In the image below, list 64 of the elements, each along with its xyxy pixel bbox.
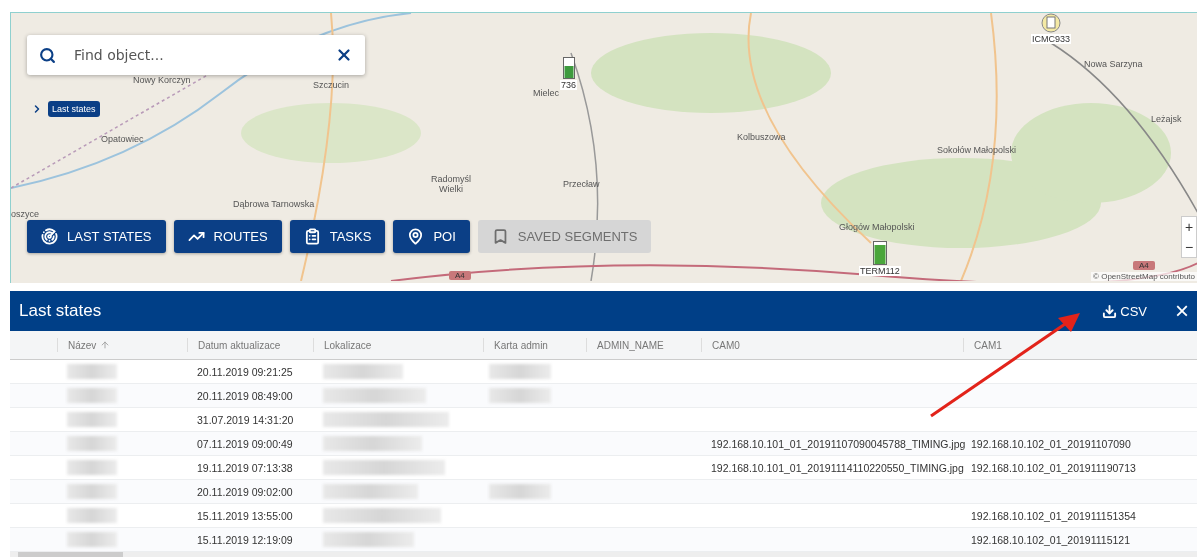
place-label: Kolbuszowa bbox=[737, 133, 786, 143]
place-label: Leżajsk bbox=[1151, 115, 1182, 125]
place-label: Nowy Korczyn bbox=[133, 76, 191, 86]
road-sign: A4 bbox=[449, 271, 471, 280]
toolbar-button[interactable]: ROUTES bbox=[173, 220, 282, 253]
table-cell-text: 31.07.2019 14:31:20 bbox=[196, 412, 295, 428]
search-icon bbox=[39, 46, 56, 64]
toolbar-button[interactable]: LAST STATES bbox=[27, 220, 166, 253]
place-label: Nowa Sarzyna bbox=[1084, 60, 1143, 70]
search-field[interactable]: Find object... bbox=[27, 35, 365, 75]
table-cell-text: 07.11.2019 09:00:49 bbox=[196, 436, 294, 452]
column-header[interactable]: ADMIN_NAME bbox=[586, 338, 701, 352]
column-header[interactable]: Datum aktualizace bbox=[187, 338, 313, 352]
table-cell-text: 19.11.2019 07:13:38 bbox=[196, 460, 294, 476]
marker-label: ICMC933 bbox=[1031, 34, 1071, 44]
table-cell-text: 15.11.2019 13:55:00 bbox=[196, 508, 294, 524]
toolbar-button[interactable]: POI bbox=[393, 220, 470, 253]
table-cell-text: 192.168.10.102_01_201911151354 bbox=[970, 508, 1137, 524]
table-cell-text: 20.11.2019 08:49:00 bbox=[196, 388, 294, 404]
road-sign: A4 bbox=[1133, 261, 1155, 270]
column-header[interactable]: Lokalizace bbox=[313, 338, 483, 352]
column-header[interactable]: CAM1 bbox=[963, 338, 1197, 352]
table-cell-text: 192.168.10.101_01_20191114110220550_TIMING.jpg bbox=[710, 460, 963, 476]
place-label: Głogów Małopolski bbox=[839, 223, 915, 233]
table-row[interactable]: 20.11.2019 09:02:00 bbox=[10, 480, 1197, 504]
table-row[interactable]: 20.11.2019 08:49:00 bbox=[10, 384, 1197, 408]
map-pin-icon bbox=[407, 228, 425, 245]
place-label: oszyce bbox=[11, 210, 39, 220]
table-row[interactable]: 15.11.2019 12:19:09 192.168.10.102_01_20191115121 bbox=[10, 528, 1197, 552]
target-icon bbox=[41, 228, 58, 245]
marker-label: 736 bbox=[560, 80, 578, 90]
close-button[interactable]: × bbox=[1175, 299, 1189, 323]
breadcrumb-tag[interactable]: Last states bbox=[48, 101, 100, 117]
column-header[interactable]: Název bbox=[57, 338, 187, 352]
map-attribution: © OpenStreetMap contributo bbox=[1091, 272, 1197, 281]
table-cell-text: 192.168.10.102_01_20191115121 bbox=[970, 532, 1132, 548]
table-cell-text: 192.168.10.102_01_20191107090 bbox=[970, 436, 1132, 452]
clear-icon[interactable] bbox=[335, 46, 353, 64]
place-label: Dąbrowa Tarnowska bbox=[233, 200, 315, 210]
clipboard-icon bbox=[303, 228, 321, 245]
table-cell-text: 192.168.10.101_01_20191107090045788_TIMING.jpg bbox=[710, 436, 963, 452]
battery-marker-icon[interactable] bbox=[562, 57, 575, 79]
place-label: Opatowiec bbox=[101, 135, 144, 145]
marker-label: TERM112 bbox=[859, 266, 901, 276]
toolbar-button[interactable]: TASKS bbox=[289, 220, 386, 253]
download-icon bbox=[1102, 303, 1118, 319]
place-label: Sokołów Małopolski bbox=[937, 146, 1017, 156]
table-row[interactable]: 07.11.2019 09:00:49 192.168.10.101_01_20191107090045788_TIMING.jpg 192.168.10.102_01_20191107090 bbox=[10, 432, 1197, 456]
table-cell-text: 20.11.2019 09:02:00 bbox=[196, 484, 294, 500]
place-label: Mielec bbox=[533, 89, 559, 99]
table-cell-text: 192.168.10.102_01_201911190713 bbox=[970, 460, 1137, 476]
column-header[interactable]: CAM0 bbox=[701, 338, 963, 352]
place-label: Przecław bbox=[563, 180, 600, 190]
csv-export-button[interactable]: CSV bbox=[1096, 302, 1153, 320]
horizontal-scrollbar[interactable] bbox=[10, 552, 1197, 557]
place-label: Szczucin bbox=[313, 81, 349, 91]
table-cell-text: 15.11.2019 12:19:09 bbox=[196, 532, 294, 548]
battery-marker-icon[interactable] bbox=[872, 241, 887, 265]
table-cell-text: 20.11.2019 09:21:25 bbox=[196, 364, 294, 380]
column-header[interactable]: Karta admin bbox=[483, 338, 586, 352]
place-label: Radomyśl Wielki bbox=[431, 175, 471, 195]
panel-title: Last states bbox=[19, 301, 103, 321]
device-marker-icon[interactable] bbox=[1041, 13, 1061, 33]
sort-arrow-icon bbox=[100, 340, 111, 350]
